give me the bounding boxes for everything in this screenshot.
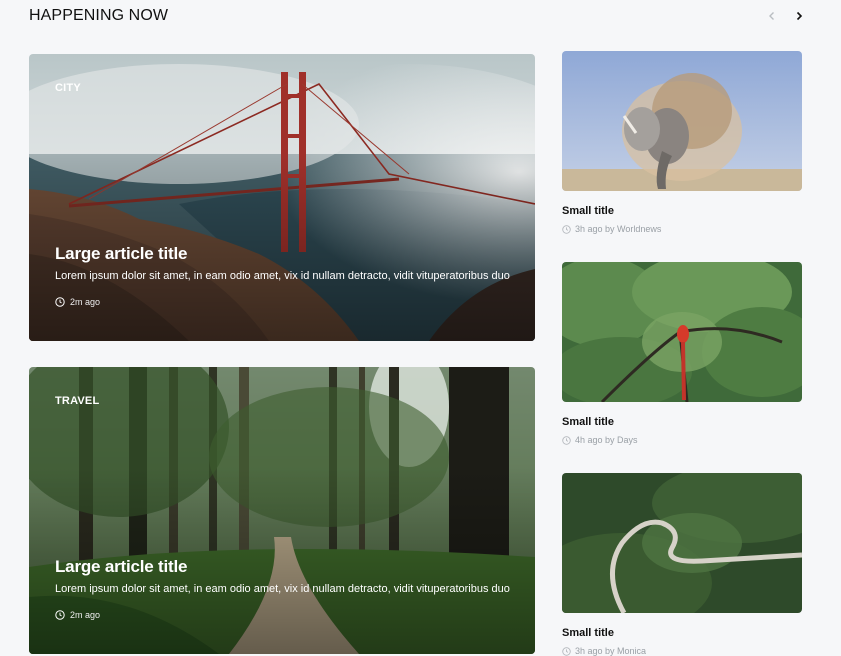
clock-icon: [562, 646, 571, 656]
section-title: HAPPENING NOW: [29, 7, 169, 24]
article-description: Lorem ipsum dolor sit amet, in eam odio …: [55, 270, 510, 282]
next-button[interactable]: [791, 8, 807, 24]
winding-road-image: [562, 473, 802, 613]
article-title[interactable]: Large article title: [55, 557, 187, 577]
article-card-small: Small title 4h ago by Days: [562, 262, 802, 445]
article-thumbnail[interactable]: [562, 473, 802, 613]
clock-icon: [562, 435, 571, 445]
elephant-image: [562, 51, 802, 191]
article-byline: 3h ago by Monica: [575, 646, 647, 656]
article-thumbnail[interactable]: [562, 51, 802, 191]
chevron-left-icon: [769, 12, 774, 20]
article-card-small: Small title 3h ago by Monica: [562, 473, 802, 656]
article-title[interactable]: Small title: [562, 416, 802, 428]
article-meta: 3h ago by Worldnews: [562, 224, 802, 234]
article-description: Lorem ipsum dolor sit amet, in eam odio …: [55, 583, 510, 595]
article-meta: 4h ago by Days: [562, 435, 802, 445]
clock-icon: [55, 297, 65, 307]
article-category: TRAVEL: [55, 395, 100, 407]
article-card-small: Small title 3h ago by Worldnews: [562, 51, 802, 234]
article-title[interactable]: Small title: [562, 205, 802, 217]
article-time: 2m ago: [70, 610, 101, 620]
article-category: CITY: [55, 82, 81, 94]
featured-article-card[interactable]: TRAVEL Large article title Lorem ipsum d…: [29, 367, 535, 654]
article-title[interactable]: Large article title: [55, 244, 187, 264]
clock-icon: [55, 610, 65, 620]
article-byline: 3h ago by Worldnews: [575, 224, 662, 234]
article-meta: 2m ago: [55, 297, 100, 307]
article-title[interactable]: Small title: [562, 627, 802, 639]
article-time: 2m ago: [70, 297, 101, 307]
parrot-tree-image: [562, 262, 802, 402]
featured-article-card[interactable]: CITY Large article title Lorem ipsum dol…: [29, 54, 535, 341]
previous-button[interactable]: [764, 8, 780, 24]
chevron-right-icon: [796, 11, 803, 21]
article-meta: 3h ago by Monica: [562, 646, 802, 656]
article-meta: 2m ago: [55, 610, 100, 620]
clock-icon: [562, 224, 571, 234]
article-byline: 4h ago by Days: [575, 435, 638, 445]
article-thumbnail[interactable]: [562, 262, 802, 402]
